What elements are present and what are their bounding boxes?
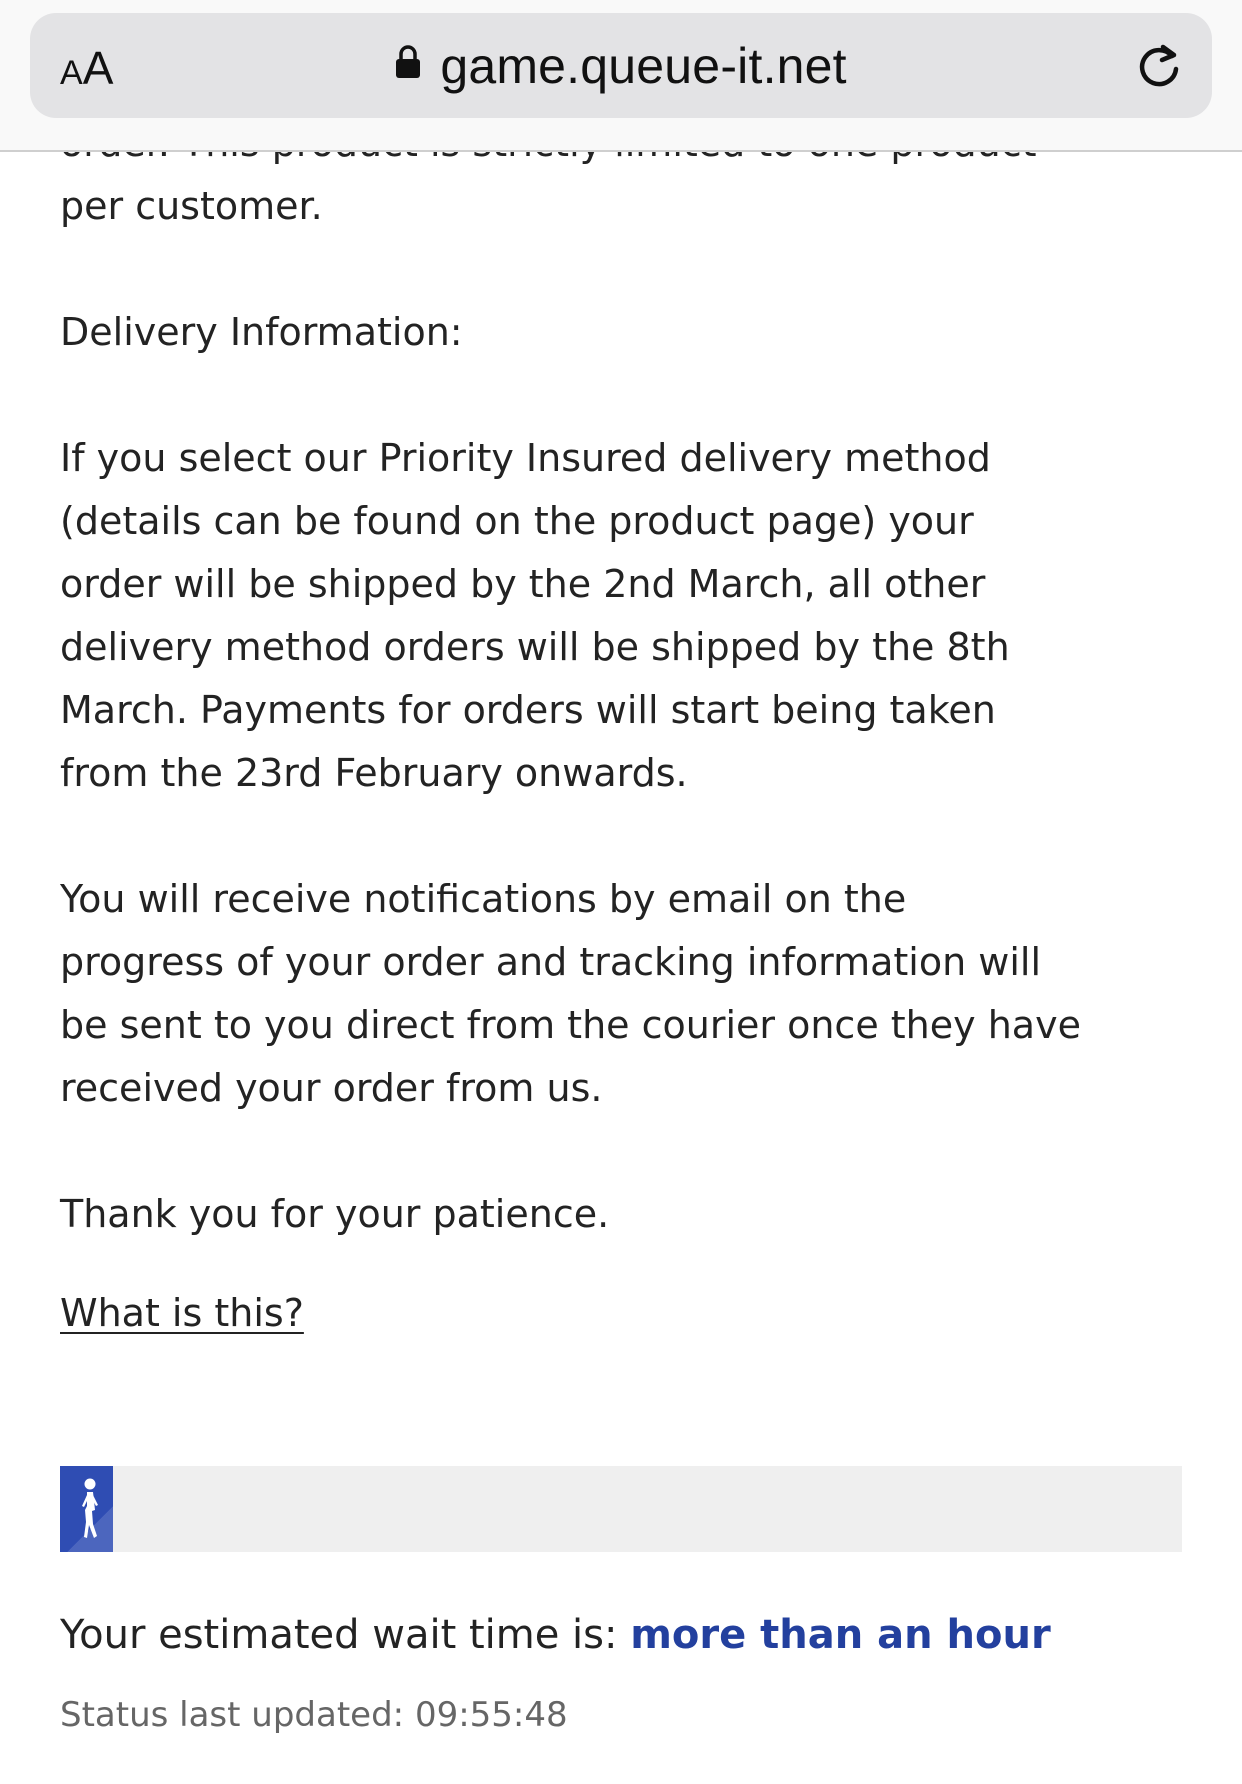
url-text: game.queue-it.net: [440, 38, 847, 94]
wait-value: more than an hour: [630, 1612, 1051, 1658]
thanks-text: Thank you for your patience.: [60, 1192, 610, 1236]
queue-progress-fill: [60, 1466, 113, 1552]
browser-toolbar: AA game.queue-it.net: [0, 0, 1242, 152]
queue-message: order. This product is strictly limited …: [60, 112, 1190, 1345]
delivery-heading: Delivery Information:: [60, 310, 463, 354]
lock-icon: [396, 45, 421, 78]
notifications-paragraph: You will receive notifications by email …: [60, 877, 1081, 1110]
what-is-this-link[interactable]: What is this?: [60, 1282, 304, 1345]
queue-progress-bar: [60, 1466, 1182, 1552]
wait-label: Your estimated wait time is:: [60, 1612, 618, 1658]
status-time: 09:55:48: [414, 1695, 568, 1735]
status-label: Status last updated:: [60, 1695, 405, 1735]
reload-icon[interactable]: [1132, 39, 1186, 93]
address-bar[interactable]: AA game.queue-it.net: [30, 13, 1212, 118]
walking-person-icon: [82, 1478, 98, 1538]
queue-page: order. This product is strictly limited …: [0, 0, 1242, 1784]
status-last-updated: Status last updated: 09:55:48: [60, 1695, 568, 1735]
estimated-wait-time: Your estimated wait time is: more than a…: [60, 1612, 1051, 1658]
url-display[interactable]: game.queue-it.net: [30, 37, 1212, 95]
delivery-paragraph: If you select our Priority Insured deliv…: [60, 436, 1010, 795]
